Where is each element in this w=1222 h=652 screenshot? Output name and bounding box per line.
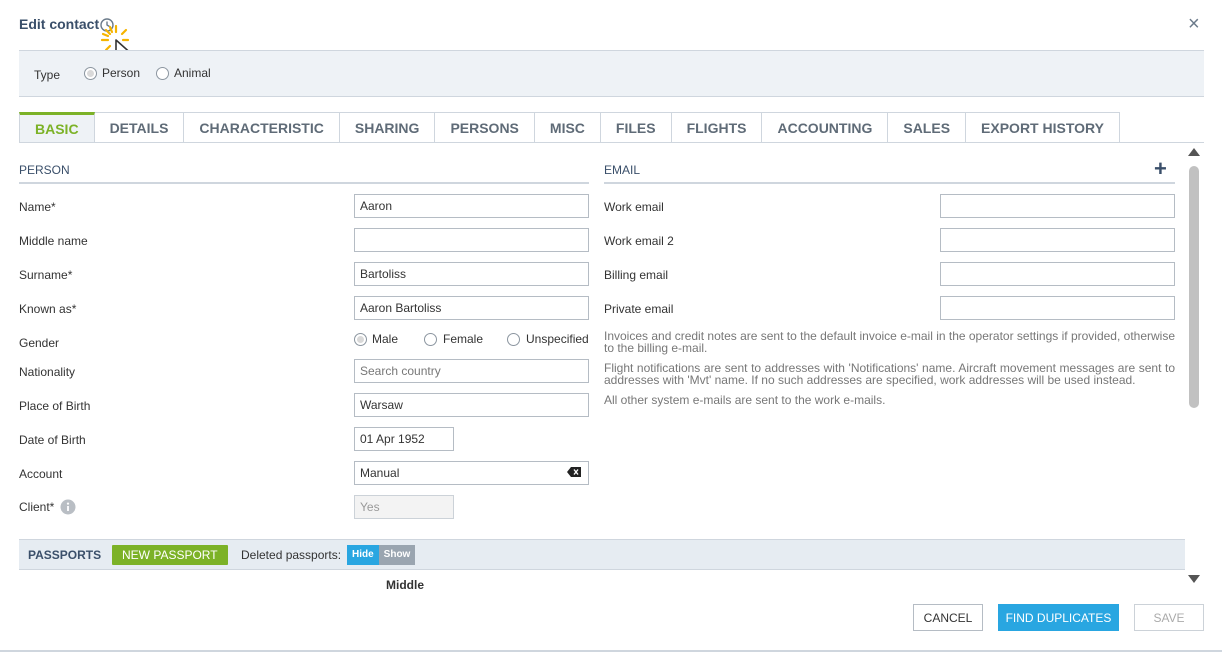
gender-female-radio[interactable] [424, 333, 437, 346]
type-bar: Type Person Animal [19, 50, 1204, 97]
gender-label: Gender [19, 336, 60, 350]
name-label: Name* [19, 200, 56, 214]
account-value: Manual [354, 461, 589, 485]
place-of-birth-field[interactable]: Warsaw [354, 393, 589, 417]
deleted-passports-label: Deleted passports: [241, 548, 342, 562]
name-field[interactable]: Aaron [354, 194, 589, 218]
passports-column-header-middle: Middle [386, 578, 424, 592]
work-email-field[interactable] [940, 194, 1175, 218]
place-of-birth-label: Place of Birth [19, 399, 91, 413]
tab-misc[interactable]: MISC [534, 112, 601, 143]
scroll-up-arrow-icon[interactable] [1188, 148, 1200, 156]
email-note-notifications: Flight notifications are sent to address… [604, 361, 1175, 387]
tabs-divider [19, 142, 1204, 143]
client-field: Yes [354, 495, 454, 519]
gender-female-label: Female [443, 332, 484, 346]
scroll-down-arrow-icon[interactable] [1188, 575, 1200, 583]
known-as-label: Known as* [19, 302, 77, 316]
tab-accounting[interactable]: ACCOUNTING [762, 112, 889, 143]
cancel-button[interactable]: CANCEL [913, 604, 983, 631]
middle-name-label: Middle name [19, 234, 88, 248]
date-of-birth-field[interactable]: 01 Apr 1952 [354, 427, 454, 451]
nationality-label: Nationality [19, 365, 76, 379]
client-label: Client* [19, 500, 55, 514]
email-heading: EMAIL [604, 163, 641, 177]
tab-sales[interactable]: SALES [888, 112, 967, 143]
backspace-icon[interactable] [567, 467, 581, 477]
tab-persons[interactable]: PERSONS [435, 112, 535, 143]
hide-deleted-button[interactable]: Hide [347, 545, 379, 565]
tab-flights[interactable]: FLIGHTS [671, 112, 763, 143]
email-heading-underline [604, 182, 1175, 184]
known-as-field[interactable]: Aaron Bartoliss [354, 296, 589, 320]
tab-bar: BASIC DETAILS CHARACTERISTIC SHARING PER… [19, 112, 1120, 143]
private-email-label: Private email [604, 302, 674, 316]
email-note-invoices: Invoices and credit notes are sent to th… [604, 329, 1175, 355]
middle-name-field[interactable] [354, 228, 589, 252]
surname-label: Surname* [19, 268, 73, 282]
close-icon[interactable]: × [1188, 14, 1200, 34]
find-duplicates-button[interactable]: FIND DUPLICATES [998, 604, 1119, 631]
tab-characteristic[interactable]: CHARACTERISTIC [184, 112, 340, 143]
type-person-radio[interactable] [84, 67, 97, 80]
surname-field[interactable]: Bartoliss [354, 262, 589, 286]
passports-bar: PASSPORTS NEW PASSPORT Deleted passports… [19, 539, 1185, 570]
new-passport-button[interactable]: NEW PASSPORT [112, 545, 228, 565]
work-email-2-label: Work email 2 [604, 234, 674, 248]
info-icon[interactable] [60, 499, 76, 515]
deleted-passports-toggle: Hide Show [347, 545, 416, 565]
work-email-label: Work email [604, 200, 664, 214]
work-email-2-field[interactable] [940, 228, 1175, 252]
dialog-title: Edit contact [19, 16, 100, 32]
tab-files[interactable]: FILES [600, 112, 672, 143]
gender-male-radio[interactable] [354, 333, 367, 346]
date-of-birth-label: Date of Birth [19, 433, 86, 447]
type-person-label: Person [102, 66, 141, 80]
save-button[interactable]: SAVE [1134, 604, 1204, 631]
scrollbar-thumb[interactable] [1189, 166, 1199, 408]
passports-heading: PASSPORTS [28, 548, 102, 562]
show-deleted-button[interactable]: Show [378, 545, 416, 565]
type-animal-label: Animal [174, 66, 211, 80]
tab-export-history[interactable]: EXPORT HISTORY [966, 112, 1120, 143]
account-label: Account [19, 467, 63, 481]
tab-basic[interactable]: BASIC [19, 112, 95, 143]
billing-email-field[interactable] [940, 262, 1175, 286]
type-animal-radio[interactable] [156, 67, 169, 80]
plus-icon[interactable]: + [1154, 157, 1167, 181]
billing-email-label: Billing email [604, 268, 669, 282]
gender-unspecified-label: Unspecified [526, 332, 589, 346]
private-email-field[interactable] [940, 296, 1175, 320]
tab-sharing[interactable]: SHARING [339, 112, 436, 143]
person-heading: PERSON [19, 163, 70, 177]
email-note-system: All other system e-mails are sent to the… [604, 393, 886, 407]
account-select[interactable]: Manual [354, 461, 589, 485]
gender-male-label: Male [372, 332, 399, 346]
tab-details[interactable]: DETAILS [94, 112, 185, 143]
nationality-search-input[interactable]: Search country [354, 359, 589, 383]
gender-unspecified-radio[interactable] [507, 333, 520, 346]
person-heading-underline [19, 182, 589, 184]
type-label: Type [34, 68, 61, 82]
